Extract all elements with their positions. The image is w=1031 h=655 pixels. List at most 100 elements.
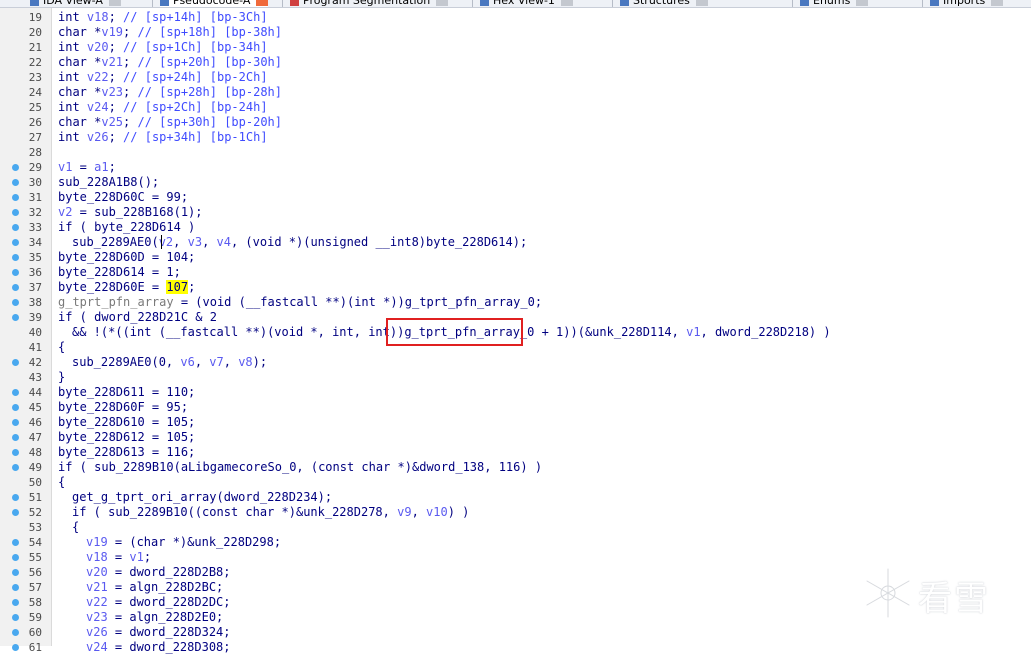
breakpoint-dot-icon[interactable] xyxy=(12,464,19,471)
code-text: if ( sub_2289B10(aLibgamecoreSo_0, (cons… xyxy=(58,460,542,475)
breakpoint-dot-icon[interactable] xyxy=(12,269,19,276)
code-line[interactable]: 52 if ( sub_2289B10((const char *)&unk_22… xyxy=(0,505,1031,520)
breakpoint-dot-icon[interactable] xyxy=(12,554,19,561)
line-number: 31 xyxy=(28,191,42,204)
code-line[interactable]: 31 byte_228D60C = 99; xyxy=(0,190,1031,205)
code-line[interactable]: 34 sub_2289AE0(v2, v3, v4, (void *)(unsig… xyxy=(0,235,1031,250)
code-token: = sub_228B168(1); xyxy=(72,205,203,219)
line-number: 20 xyxy=(28,26,42,39)
code-line[interactable]: 46 byte_228D610 = 105; xyxy=(0,415,1031,430)
breakpoint-dot-icon[interactable] xyxy=(12,404,19,411)
code-text: byte_228D612 = 105; xyxy=(58,430,195,445)
code-line[interactable]: 37 byte_228D60E = 107; xyxy=(0,280,1031,295)
line-number: 45 xyxy=(28,401,42,414)
code-variable: v22 xyxy=(86,595,108,609)
breakpoint-dot-icon[interactable] xyxy=(12,239,19,246)
breakpoint-dot-icon[interactable] xyxy=(12,449,19,456)
code-line[interactable]: 24 char *v23; // [sp+28h] [bp-28h] xyxy=(0,85,1031,100)
code-token: byte_228D613 = 116; xyxy=(58,445,196,459)
breakpoint-dot-icon[interactable] xyxy=(12,494,19,501)
code-line[interactable]: 53 { xyxy=(0,520,1031,535)
code-text: get_g_tprt_ori_array(dword_228D234); xyxy=(72,490,332,505)
breakpoint-dot-icon[interactable] xyxy=(12,359,19,366)
code-comment: // [sp+20h] [bp-30h] xyxy=(137,55,283,69)
breakpoint-dot-icon[interactable] xyxy=(12,389,19,396)
code-text: v19 = (char *)&unk_228D298; xyxy=(86,535,281,550)
code-line[interactable]: 20 char *v19; // [sp+18h] [bp-38h] xyxy=(0,25,1031,40)
code-line[interactable]: 61 v24 = dword_228D308; xyxy=(0,640,1031,655)
line-number: 28 xyxy=(28,146,42,159)
breakpoint-dot-icon[interactable] xyxy=(12,164,19,171)
code-token: ; xyxy=(108,130,124,144)
code-line[interactable]: 28 xyxy=(0,145,1031,160)
code-token: byte_228D60E = xyxy=(58,280,167,294)
breakpoint-dot-icon[interactable] xyxy=(12,254,19,261)
breakpoint-dot-icon[interactable] xyxy=(12,644,19,651)
code-token: { xyxy=(72,520,80,534)
code-line[interactable]: 49 if ( sub_2289B10(aLibgamecoreSo_0, (co… xyxy=(0,460,1031,475)
code-line[interactable]: 32 v2 = sub_228B168(1); xyxy=(0,205,1031,220)
code-token: = dword_228D2DC; xyxy=(107,595,231,609)
code-variable: v2 xyxy=(58,205,73,219)
code-line[interactable]: 19 int v18; // [sp+14h] [bp-3Ch] xyxy=(0,10,1031,25)
breakpoint-dot-icon[interactable] xyxy=(12,509,19,516)
breakpoint-dot-icon[interactable] xyxy=(12,569,19,576)
breakpoint-dot-icon[interactable] xyxy=(12,629,19,636)
code-line[interactable]: 60 v26 = dword_228D324; xyxy=(0,625,1031,640)
text-cursor xyxy=(161,235,162,249)
breakpoint-dot-icon[interactable] xyxy=(12,284,19,291)
code-line[interactable]: 22 char *v21; // [sp+20h] [bp-30h] xyxy=(0,55,1031,70)
line-number: 54 xyxy=(28,536,42,549)
breakpoint-dot-icon[interactable] xyxy=(12,224,19,231)
code-line[interactable]: 47 byte_228D612 = 105; xyxy=(0,430,1031,445)
code-line[interactable]: 55 v18 = v1; xyxy=(0,550,1031,565)
breakpoint-dot-icon[interactable] xyxy=(12,419,19,426)
code-line[interactable]: 36 byte_228D614 = 1; xyxy=(0,265,1031,280)
breakpoint-dot-icon[interactable] xyxy=(12,314,19,321)
code-line[interactable]: 42 sub_2289AE0(0, v6, v7, v8); xyxy=(0,355,1031,370)
code-line[interactable]: 25 int v24; // [sp+2Ch] [bp-24h] xyxy=(0,100,1031,115)
code-comment: // [sp+30h] [bp-20h] xyxy=(137,115,283,129)
code-line[interactable]: 44 byte_228D611 = 110; xyxy=(0,385,1031,400)
code-text: byte_228D60D = 104; xyxy=(58,250,195,265)
breakpoint-dot-icon[interactable] xyxy=(12,539,19,546)
code-token: ; xyxy=(108,70,124,84)
code-token: if ( byte_228D614 ) xyxy=(58,220,196,234)
code-variable: v20 xyxy=(86,40,109,54)
code-line[interactable]: 30 sub_228A1B8(); xyxy=(0,175,1031,190)
code-line[interactable]: 38 g_tprt_pfn_array = (void (__fastcall *… xyxy=(0,295,1031,310)
code-text: byte_228D611 = 110; xyxy=(58,385,195,400)
line-number: 21 xyxy=(28,41,42,54)
line-number: 26 xyxy=(28,116,42,129)
breakpoint-dot-icon[interactable] xyxy=(12,299,19,306)
code-line[interactable]: 33 if ( byte_228D614 ) xyxy=(0,220,1031,235)
code-line[interactable]: 51 get_g_tprt_ori_array(dword_228D234); xyxy=(0,490,1031,505)
code-line[interactable]: 29 v1 = a1; xyxy=(0,160,1031,175)
code-token: if ( sub_2289B10(aLibgamecoreSo_0, (cons… xyxy=(58,460,543,474)
breakpoint-dot-icon[interactable] xyxy=(12,179,19,186)
code-line[interactable]: 21 int v20; // [sp+1Ch] [bp-34h] xyxy=(0,40,1031,55)
breakpoint-dot-icon[interactable] xyxy=(12,194,19,201)
breakpoint-dot-icon[interactable] xyxy=(12,434,19,441)
code-line[interactable]: 45 byte_228D60F = 95; xyxy=(0,400,1031,415)
code-line[interactable]: 23 int v22; // [sp+24h] [bp-2Ch] xyxy=(0,70,1031,85)
code-text: { xyxy=(58,475,65,490)
breakpoint-dot-icon[interactable] xyxy=(12,614,19,621)
code-token: char * xyxy=(58,85,102,99)
code-token: } xyxy=(58,370,66,384)
code-line[interactable]: 48 byte_228D613 = 116; xyxy=(0,445,1031,460)
code-line[interactable]: 50 { xyxy=(0,475,1031,490)
code-line[interactable]: 43} xyxy=(0,370,1031,385)
breakpoint-dot-icon[interactable] xyxy=(12,599,19,606)
code-line[interactable]: 27 int v26; // [sp+34h] [bp-1Ch] xyxy=(0,130,1031,145)
code-token: { xyxy=(58,340,66,354)
breakpoint-dot-icon[interactable] xyxy=(12,209,19,216)
code-text: char *v25; // [sp+30h] [bp-20h] xyxy=(58,115,282,130)
code-token: int xyxy=(58,70,87,84)
code-line[interactable]: 35 byte_228D60D = 104; xyxy=(0,250,1031,265)
line-number: 52 xyxy=(28,506,42,519)
code-token: ; xyxy=(108,40,124,54)
code-line[interactable]: 54 v19 = (char *)&unk_228D298; xyxy=(0,535,1031,550)
code-line[interactable]: 26 char *v25; // [sp+30h] [bp-20h] xyxy=(0,115,1031,130)
breakpoint-dot-icon[interactable] xyxy=(12,584,19,591)
